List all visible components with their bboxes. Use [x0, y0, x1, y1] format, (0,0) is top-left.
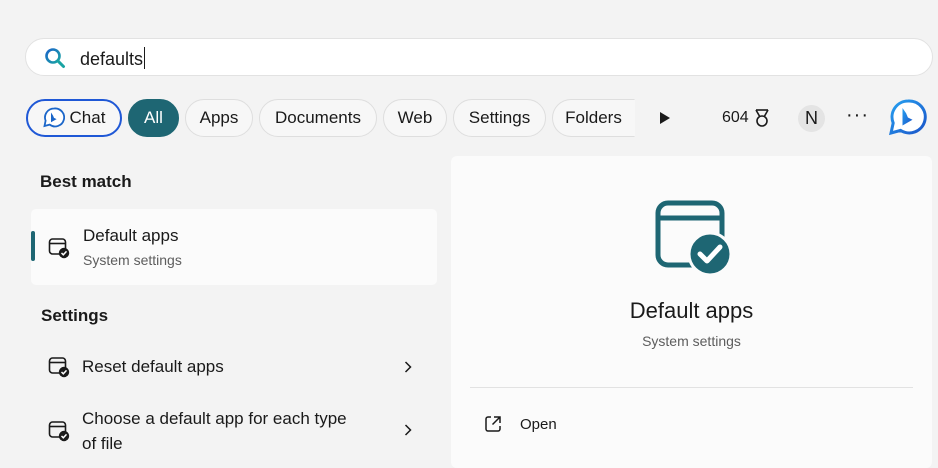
avatar[interactable]: N — [798, 105, 825, 132]
tab-web-label: Web — [397, 108, 433, 127]
bing-chat-icon — [42, 107, 65, 128]
medal-icon — [755, 109, 769, 127]
preview-title: Default apps — [629, 298, 754, 323]
tab-settings-label: Settings — [468, 108, 531, 127]
best-match-name: Default apps — [83, 226, 179, 245]
rewards-points-value: 604 — [722, 109, 749, 126]
tab-apps-label: Apps — [199, 108, 239, 127]
settings-heading: Settings — [41, 306, 109, 325]
tab-all-label: All — [144, 108, 163, 127]
tab-settings[interactable]: Settings — [453, 99, 546, 137]
list-item-label-line2: of file — [82, 434, 123, 453]
best-match-subtitle: System settings — [83, 252, 182, 268]
selection-indicator — [31, 231, 35, 261]
tab-apps[interactable]: Apps — [185, 99, 253, 137]
chevron-right-icon — [404, 361, 412, 373]
search-box[interactable]: defaults — [25, 38, 933, 76]
search-input-value: defaults — [80, 49, 144, 69]
preview-subtitle: System settings — [642, 333, 741, 349]
list-item-label: Reset default apps — [82, 357, 224, 376]
open-action-label: Open — [520, 415, 557, 433]
tab-documents[interactable]: Documents — [259, 99, 377, 137]
chevron-right-icon — [404, 424, 412, 436]
search-input[interactable]: defaults — [80, 47, 146, 70]
default-apps-icon — [48, 238, 70, 259]
default-apps-icon — [48, 421, 70, 442]
default-apps-icon — [48, 357, 70, 378]
tab-documents-label: Documents — [275, 108, 361, 127]
tab-all[interactable]: All — [128, 99, 179, 137]
default-apps-large-icon — [655, 200, 733, 276]
text-caret — [144, 47, 146, 69]
rewards-points[interactable]: 604 — [722, 108, 771, 128]
tab-folders[interactable]: Folders — [552, 99, 635, 137]
list-item-label-line1: Choose a default app for each type — [82, 409, 347, 428]
open-action[interactable]: Open — [483, 412, 557, 436]
best-match-result[interactable]: Default apps System settings — [31, 209, 437, 285]
bing-icon[interactable] — [888, 98, 928, 138]
tab-web[interactable]: Web — [383, 99, 447, 137]
list-item-choose-default-app[interactable]: Choose a default app for each type of fi… — [31, 404, 437, 458]
avatar-initial: N — [805, 108, 818, 128]
filter-bar: Chat All Apps Documents Web Settings Fol… — [0, 96, 938, 142]
divider — [470, 387, 913, 388]
preview-pane: Default apps System settings Open — [451, 156, 932, 468]
best-match-heading: Best match — [40, 172, 132, 191]
play-icon[interactable] — [654, 108, 674, 128]
tab-chat-label: Chat — [69, 108, 106, 127]
more-options-icon[interactable]: ··· — [846, 104, 869, 127]
tab-folders-label: Folders — [565, 108, 622, 127]
tab-chat[interactable]: Chat — [26, 99, 122, 137]
search-icon — [45, 48, 65, 68]
list-item-reset-default-apps[interactable]: Reset default apps — [31, 349, 437, 385]
open-external-icon — [485, 416, 501, 432]
